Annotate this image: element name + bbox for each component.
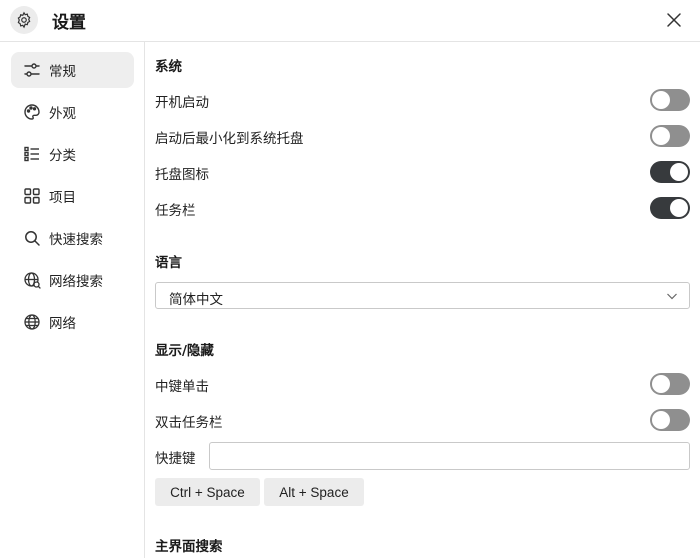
globe-icon bbox=[22, 312, 42, 332]
section-title-show-hide: 显示/隐藏 bbox=[155, 343, 214, 359]
close-icon bbox=[667, 13, 681, 27]
toggle-knob bbox=[670, 199, 688, 217]
toggle-tray-icon[interactable] bbox=[650, 161, 690, 183]
setting-label-taskbar: 任务栏 bbox=[155, 203, 196, 219]
toggle-double-click-taskbar[interactable] bbox=[650, 409, 690, 431]
sidebar-item-appearance[interactable]: 外观 bbox=[11, 94, 134, 130]
settings-content: 系统 开机启动 启动后最小化到系统托盘 托盘图标 任务栏 语言 简体中文 显示/… bbox=[146, 42, 700, 558]
gear-icon bbox=[10, 6, 38, 34]
toggle-minimize-to-tray[interactable] bbox=[650, 125, 690, 147]
hotkey-preset-alt-space[interactable]: Alt + Space bbox=[264, 478, 364, 506]
globe-search-icon bbox=[22, 270, 42, 290]
chevron-down-icon bbox=[667, 293, 677, 300]
setting-label-double-click-taskbar: 双击任务栏 bbox=[155, 415, 223, 431]
sidebar-item-quick-search[interactable]: 快速搜索 bbox=[11, 220, 134, 256]
toggle-knob bbox=[652, 91, 670, 109]
search-icon bbox=[22, 228, 42, 248]
section-title-system: 系统 bbox=[155, 59, 182, 75]
sidebar-item-categories[interactable]: 分类 bbox=[11, 136, 134, 172]
toggle-knob bbox=[652, 411, 670, 429]
section-title-main-search: 主界面搜索 bbox=[155, 539, 223, 555]
section-title-language: 语言 bbox=[155, 255, 182, 271]
hotkey-input[interactable] bbox=[209, 442, 690, 470]
toggle-knob bbox=[652, 375, 670, 393]
sliders-icon bbox=[22, 60, 42, 80]
sidebar: 常规 外观 分类 项目 快速搜索 网络搜索 网络 bbox=[0, 42, 145, 558]
sidebar-item-label: 外观 bbox=[49, 106, 76, 122]
sidebar-item-projects[interactable]: 项目 bbox=[11, 178, 134, 214]
setting-label-minimize-to-tray: 启动后最小化到系统托盘 bbox=[155, 131, 304, 147]
sidebar-item-web-search[interactable]: 网络搜索 bbox=[11, 262, 134, 298]
sidebar-item-label: 网络 bbox=[49, 316, 76, 332]
setting-label-middle-click: 中键单击 bbox=[155, 379, 209, 395]
list-icon bbox=[22, 144, 42, 164]
setting-label-launch-at-startup: 开机启动 bbox=[155, 95, 209, 111]
setting-label-tray-icon: 托盘图标 bbox=[155, 167, 209, 183]
grid-icon bbox=[22, 186, 42, 206]
close-button[interactable] bbox=[660, 6, 688, 34]
window-title: 设置 bbox=[52, 13, 86, 33]
language-select[interactable]: 简体中文 bbox=[155, 282, 690, 309]
toggle-taskbar[interactable] bbox=[650, 197, 690, 219]
sidebar-item-label: 常规 bbox=[49, 64, 76, 80]
palette-icon bbox=[22, 102, 42, 122]
toggle-knob bbox=[652, 127, 670, 145]
sidebar-item-label: 快速搜索 bbox=[49, 232, 103, 248]
toggle-middle-click[interactable] bbox=[650, 373, 690, 395]
toggle-launch-at-startup[interactable] bbox=[650, 89, 690, 111]
title-bar: 设置 bbox=[0, 0, 700, 42]
sidebar-item-label: 项目 bbox=[49, 190, 76, 206]
sidebar-item-label: 分类 bbox=[49, 148, 76, 164]
sidebar-item-general[interactable]: 常规 bbox=[11, 52, 134, 88]
language-select-value: 简体中文 bbox=[169, 292, 223, 308]
sidebar-item-network[interactable]: 网络 bbox=[11, 304, 134, 340]
hotkey-preset-ctrl-space[interactable]: Ctrl + Space bbox=[155, 478, 260, 506]
hotkey-label: 快捷键 bbox=[155, 451, 196, 467]
toggle-knob bbox=[670, 163, 688, 181]
sidebar-item-label: 网络搜索 bbox=[49, 274, 103, 290]
